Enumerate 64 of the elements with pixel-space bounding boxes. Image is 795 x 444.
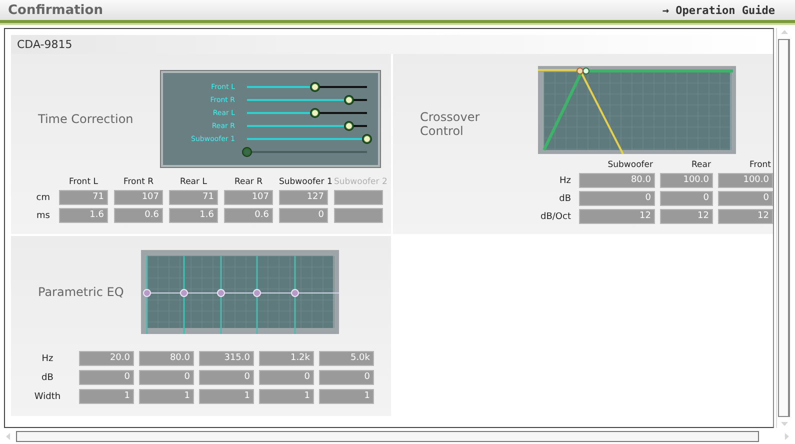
value-cell: 0 — [79, 370, 134, 385]
column-header: Front R — [122, 177, 155, 187]
eq-point[interactable] — [180, 289, 188, 297]
value-cell: 0 — [279, 208, 328, 223]
crossover-point[interactable] — [576, 68, 584, 74]
column-header: Rear L — [179, 177, 208, 187]
value-cell: 12 — [660, 209, 713, 224]
device-name: CDA-9815 — [17, 38, 72, 51]
value-cell: 0.6 — [114, 208, 163, 223]
row-label: ms — [36, 210, 51, 220]
value-cell: 1 — [259, 389, 314, 404]
empty-cell — [334, 208, 383, 223]
value-cell: 0 — [319, 370, 374, 385]
value-cell: 1 — [139, 389, 194, 404]
value-cell: 80.0 — [139, 351, 194, 366]
value-cell: 1.2k — [259, 351, 314, 366]
row-label: dB — [40, 372, 54, 382]
value-cell: 12 — [579, 209, 655, 224]
value-cell: 0.6 — [224, 208, 273, 223]
value-cell: 1 — [79, 389, 134, 404]
value-cell: 1 — [319, 389, 374, 404]
column-header: Subwoofer — [606, 160, 654, 170]
eq-point[interactable] — [253, 289, 261, 297]
value-cell: 1 — [199, 389, 254, 404]
empty-cell — [334, 190, 383, 205]
value-cell: 20.0 — [79, 351, 134, 366]
value-cell: 0 — [660, 191, 713, 206]
value-cell: 315.0 — [199, 351, 254, 366]
window-title: Confirmation — [8, 2, 103, 18]
value-cell: 0 — [718, 191, 773, 206]
value-cell: 5.0k — [319, 351, 374, 366]
value-cell: 127 — [279, 190, 328, 205]
panel-title: Crossover Control — [419, 109, 481, 140]
column-header: Front L — [68, 177, 99, 187]
row-label: dB — [558, 194, 572, 204]
value-cell: 1.6 — [59, 208, 108, 223]
value-cell: 71 — [59, 190, 108, 205]
value-cell: 71 — [169, 190, 218, 205]
value-cell: 107 — [114, 190, 163, 205]
crossover-point[interactable] — [582, 68, 590, 74]
value-cell: 100.0 — [718, 173, 773, 188]
operation-guide-link[interactable]: → Operation Guide — [662, 4, 775, 16]
eq-point[interactable] — [217, 289, 225, 297]
value-cell: 107 — [224, 190, 273, 205]
value-cell: 100.0 — [660, 173, 713, 188]
eq-point[interactable] — [291, 289, 299, 297]
row-label: Hz — [40, 354, 54, 364]
row-label: Width — [33, 392, 62, 402]
panel-title: Time Correction — [37, 112, 134, 126]
value-cell: 0 — [199, 370, 254, 385]
value-cell: 80.0 — [579, 173, 655, 188]
value-cell: 12 — [718, 209, 773, 224]
column-header: Rear R — [233, 177, 264, 187]
value-cell: 0 — [259, 370, 314, 385]
row-label: dB/Oct — [540, 212, 572, 222]
value-cell: 0 — [139, 370, 194, 385]
row-label: cm — [35, 192, 51, 202]
value-cell: 1.6 — [169, 208, 218, 223]
column-header: Front — [748, 160, 772, 170]
row-label: Hz — [558, 176, 572, 186]
value-cell: 0 — [579, 191, 655, 206]
panel-title: Parametric EQ — [37, 285, 125, 299]
eq-point[interactable] — [143, 289, 151, 297]
column-header: Rear — [690, 160, 712, 170]
